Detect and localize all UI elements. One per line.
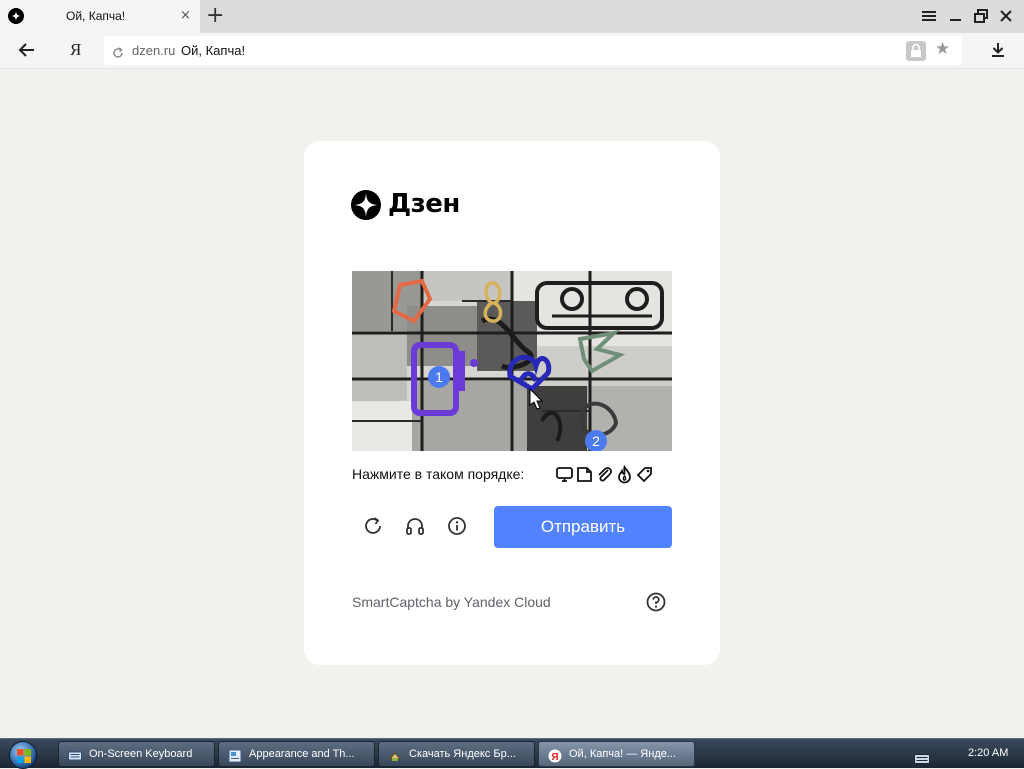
url-page-title: Ой, Капча! <box>181 43 246 58</box>
fire-icon <box>615 464 634 484</box>
captcha-card: Дзен 1 2 Нажмите в таком порядке: Отправ… <box>304 141 720 665</box>
taskbar-item-download[interactable]: Скачать Яндекс Бр... <box>378 741 535 767</box>
taskbar-item-label: On-Screen Keyboard <box>89 748 193 760</box>
brand-name: Дзен <box>388 189 460 219</box>
yandex-browser-icon: Я <box>548 748 562 763</box>
installer-icon <box>388 748 402 762</box>
captcha-image[interactable]: 1 2 <box>352 271 672 451</box>
menu-icon[interactable] <box>921 8 937 24</box>
order-icons <box>555 464 654 485</box>
info-icon[interactable] <box>446 515 468 537</box>
tab-close-icon[interactable]: × <box>180 8 191 23</box>
taskbar-item-browser[interactable]: Я Ой, Капча! — Янде... <box>538 741 695 767</box>
captcha-instruction: Нажмите в таком порядке: <box>352 464 672 485</box>
captcha-marker-1: 1 <box>435 369 443 385</box>
captcha-marker-2: 2 <box>592 433 600 449</box>
tab-title: Ой, Капча! <box>66 9 126 23</box>
browser-toolbar: Я dzen.ru Ой, Капча! ★ <box>0 33 1024 69</box>
submit-button[interactable]: Отправить <box>494 506 672 548</box>
refresh-icon[interactable] <box>362 515 384 537</box>
close-window-icon[interactable] <box>998 8 1014 24</box>
yandex-logo[interactable]: Я <box>70 40 81 60</box>
start-button[interactable] <box>9 741 37 769</box>
keyboard-icon <box>68 748 82 762</box>
taskbar-item-appearance[interactable]: Appearance and Th... <box>218 741 375 767</box>
control-panel-icon <box>228 748 242 763</box>
smartcaptcha-credit[interactable]: SmartCaptcha by Yandex Cloud <box>352 594 551 610</box>
taskbar-item-label: Ой, Капча! — Янде... <box>569 748 677 760</box>
tab-active[interactable]: Ой, Капча! × <box>0 0 200 33</box>
help-icon[interactable] <box>645 591 667 613</box>
minimize-icon[interactable] <box>948 8 964 24</box>
restore-icon[interactable] <box>973 8 989 24</box>
headphones-icon[interactable] <box>404 515 426 537</box>
monitor-icon <box>555 465 574 484</box>
taskbar: On-Screen Keyboard Appearance and Th... … <box>0 738 1024 769</box>
paperclip-icon <box>595 465 614 484</box>
tab-strip: Ой, Капча! × + <box>0 0 1024 33</box>
url-domain: dzen.ru <box>132 43 176 58</box>
download-icon[interactable] <box>990 41 1006 63</box>
svg-text:Я: Я <box>551 752 558 763</box>
dzen-logo-icon <box>351 190 381 220</box>
instruction-text: Нажмите в таком порядке: <box>352 466 525 482</box>
sticker-icon <box>575 465 594 484</box>
back-arrow-icon[interactable] <box>18 41 36 63</box>
tag-icon <box>635 465 654 484</box>
address-bar[interactable]: dzen.ru Ой, Капча! ★ <box>104 36 962 65</box>
dzen-favicon-icon <box>8 8 24 24</box>
tray-keyboard-icon[interactable] <box>914 749 930 768</box>
captcha-controls: Отправить <box>352 505 672 549</box>
taskbar-item-label: Скачать Яндекс Бр... <box>409 748 516 760</box>
taskbar-item-keyboard[interactable]: On-Screen Keyboard <box>58 741 215 767</box>
bookmark-star-icon[interactable]: ★ <box>935 39 950 59</box>
lock-icon[interactable] <box>906 41 926 61</box>
clock[interactable]: 2:20 AM <box>968 747 1008 759</box>
taskbar-item-label: Appearance and Th... <box>249 748 355 760</box>
new-tab-button[interactable]: + <box>206 3 224 28</box>
reload-small-icon[interactable] <box>112 44 124 63</box>
